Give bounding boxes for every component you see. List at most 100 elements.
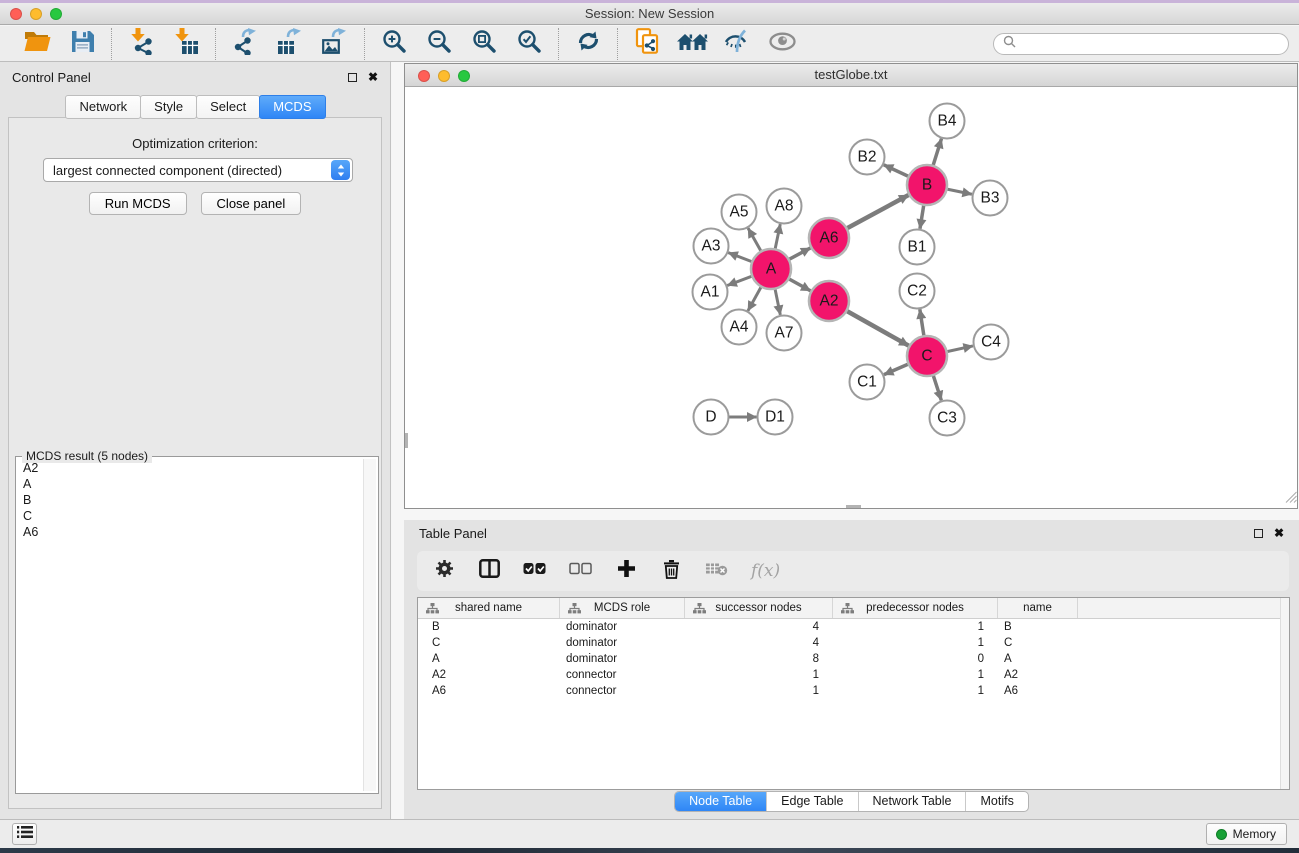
first-neighbors-button[interactable]: [677, 29, 707, 59]
node-B[interactable]: B: [907, 165, 947, 205]
optimization-criterion-select[interactable]: largest connected component (directed): [43, 158, 353, 182]
tab-motifs[interactable]: Motifs: [965, 792, 1027, 811]
mcds-result-item[interactable]: A2: [19, 460, 361, 476]
resize-grip-icon[interactable]: [1284, 490, 1297, 508]
add-row-button[interactable]: [615, 558, 637, 584]
network-window-titlebar[interactable]: testGlobe.txt: [405, 64, 1297, 87]
node-A7[interactable]: A7: [767, 316, 802, 351]
zoom-in-button[interactable]: [379, 29, 409, 59]
select-stepper-icon: [331, 160, 350, 180]
table-row[interactable]: A2connector11A2: [418, 667, 1289, 683]
save-session-button[interactable]: [67, 29, 97, 59]
window-title: Session: New Session: [0, 3, 1299, 24]
result-list-scrollbar[interactable]: [363, 459, 376, 791]
column-header-name[interactable]: name: [998, 598, 1078, 618]
node-A8[interactable]: A8: [767, 189, 802, 224]
node-C2[interactable]: C2: [900, 274, 935, 309]
select-all-button[interactable]: [523, 558, 546, 584]
node-B3[interactable]: B3: [973, 181, 1008, 216]
column-header-MCDS-role[interactable]: MCDS role: [560, 598, 685, 618]
node-A[interactable]: A: [751, 249, 791, 289]
open-file-button[interactable]: [22, 29, 52, 59]
tab-style[interactable]: Style: [140, 95, 197, 119]
task-history-button[interactable]: [12, 823, 37, 845]
network-close-button[interactable]: [418, 70, 430, 82]
hide-selected-button[interactable]: [722, 29, 752, 59]
canvas-hscroll-thumb[interactable]: [846, 505, 861, 508]
search-input[interactable]: [1021, 37, 1279, 51]
network-zoom-button[interactable]: [458, 70, 470, 82]
mcds-result-item[interactable]: A: [19, 476, 361, 492]
node-A1[interactable]: A1: [693, 275, 728, 310]
tab-node-table[interactable]: Node Table: [675, 792, 766, 811]
node-A6[interactable]: A6: [809, 218, 849, 258]
close-panel-button[interactable]: Close panel: [201, 192, 302, 215]
table-close-panel-icon[interactable]: ✖: [1274, 528, 1284, 538]
search-field[interactable]: [993, 33, 1289, 55]
zoom-out-button[interactable]: [424, 29, 454, 59]
table-row[interactable]: Adominator80A: [418, 651, 1289, 667]
column-header-predecessor-nodes[interactable]: predecessor nodes: [833, 598, 998, 618]
tab-edge-table[interactable]: Edge Table: [766, 792, 857, 811]
svg-text:A7: A7: [775, 325, 794, 342]
node-A4[interactable]: A4: [722, 310, 757, 345]
split-view-button[interactable]: [478, 558, 500, 584]
zoom-fit-button[interactable]: [469, 29, 499, 59]
export-table-button[interactable]: [275, 29, 305, 59]
memory-button[interactable]: Memory: [1206, 823, 1287, 845]
minimize-window-button[interactable]: [30, 8, 42, 20]
mcds-result-item[interactable]: A6: [19, 524, 361, 540]
tab-network-table[interactable]: Network Table: [858, 792, 966, 811]
svg-text:C: C: [921, 348, 932, 365]
close-panel-icon[interactable]: ✖: [368, 72, 378, 82]
node-A3[interactable]: A3: [694, 229, 729, 264]
close-window-button[interactable]: [10, 8, 22, 20]
toolbar-group: [111, 28, 215, 60]
table-row[interactable]: Bdominator41B: [418, 619, 1289, 635]
node-B1[interactable]: B1: [900, 230, 935, 265]
canvas-vscroll-thumb[interactable]: [405, 433, 408, 448]
table-cell: A: [418, 653, 560, 665]
refresh-layout-button[interactable]: [573, 29, 603, 59]
node-B4[interactable]: B4: [930, 104, 965, 139]
run-mcds-button[interactable]: Run MCDS: [89, 192, 187, 215]
node-C4[interactable]: C4: [974, 325, 1009, 360]
settings-gear-button[interactable]: [433, 558, 455, 584]
table-scrollbar[interactable]: [1280, 598, 1289, 789]
table-row[interactable]: Cdominator41C: [418, 635, 1289, 651]
zoom-window-button[interactable]: [50, 8, 62, 20]
node-D1[interactable]: D1: [758, 400, 793, 435]
import-network-button[interactable]: [126, 29, 156, 59]
node-C1[interactable]: C1: [850, 365, 885, 400]
node-D[interactable]: D: [694, 400, 729, 435]
node-B2[interactable]: B2: [850, 140, 885, 175]
import-table-button[interactable]: [171, 29, 201, 59]
svg-text:A1: A1: [701, 284, 720, 301]
delete-row-button[interactable]: [660, 558, 682, 584]
column-header-shared-name[interactable]: shared name: [418, 598, 560, 618]
tab-mcds[interactable]: MCDS: [259, 95, 325, 119]
tab-select[interactable]: Select: [196, 95, 260, 119]
node-C3[interactable]: C3: [930, 401, 965, 436]
show-all-button[interactable]: [767, 29, 797, 59]
column-label: name: [1023, 602, 1052, 614]
mcds-result-item[interactable]: B: [19, 492, 361, 508]
table-cell: 4: [685, 637, 833, 649]
network-canvas[interactable]: B4 B2 B B3 A8 A5 A6 A3 B1 A A1 C2 A2 A4 A7 C4 C C1 D D1 C3: [405, 87, 1297, 508]
mcds-result-item[interactable]: C: [19, 508, 361, 524]
table-cell: 1: [833, 621, 998, 633]
copy-network-button[interactable]: [632, 29, 662, 59]
deselect-all-button[interactable]: [569, 558, 592, 584]
float-panel-icon[interactable]: [348, 73, 357, 82]
table-float-panel-icon[interactable]: [1254, 529, 1263, 538]
export-image-button[interactable]: [320, 29, 350, 59]
table-row[interactable]: A6connector11A6: [418, 683, 1289, 699]
node-A2[interactable]: A2: [809, 281, 849, 321]
node-A5[interactable]: A5: [722, 195, 757, 230]
export-network-button[interactable]: [230, 29, 260, 59]
tab-network[interactable]: Network: [65, 95, 141, 119]
network-minimize-button[interactable]: [438, 70, 450, 82]
column-header-successor-nodes[interactable]: successor nodes: [685, 598, 833, 618]
node-C[interactable]: C: [907, 336, 947, 376]
zoom-selected-button[interactable]: [514, 29, 544, 59]
